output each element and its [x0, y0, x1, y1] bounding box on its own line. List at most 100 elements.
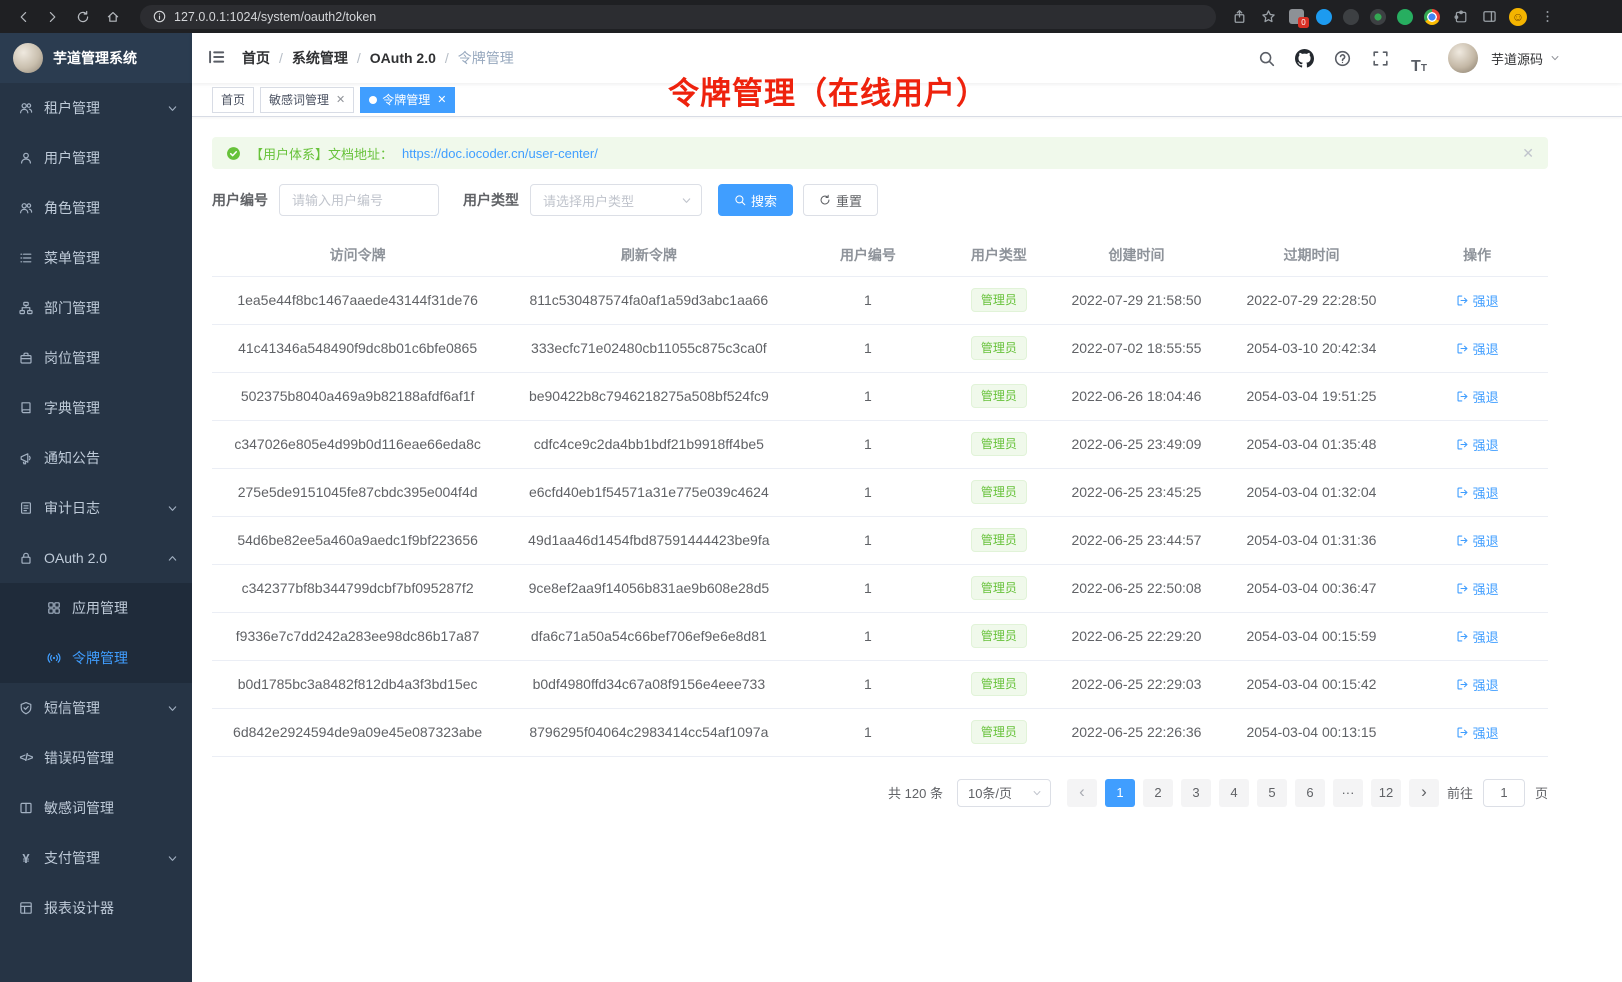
bookmark-star-icon[interactable]: [1259, 8, 1277, 26]
page-size-value: 10条/页: [968, 783, 1012, 802]
page-button-4[interactable]: 4: [1219, 779, 1249, 807]
sidebar-item-label: 用户管理: [44, 148, 100, 168]
create-time-cell: 2022-06-25 23:49:09: [1056, 420, 1216, 468]
close-icon[interactable]: ✕: [1522, 145, 1534, 162]
lock-icon: [19, 551, 33, 565]
force-logout-button[interactable]: 强退: [1456, 675, 1499, 694]
force-logout-button[interactable]: 强退: [1456, 531, 1499, 550]
reload-button[interactable]: [70, 4, 96, 30]
sidebar-item-user[interactable]: 用户管理: [0, 133, 192, 183]
extension-icon-dark-green[interactable]: [1370, 9, 1386, 25]
sidebar-item-dict[interactable]: 字典管理: [0, 383, 192, 433]
goto-page-input[interactable]: [1483, 779, 1525, 807]
alert-doc-link[interactable]: https://doc.iocoder.cn/user-center/: [402, 146, 598, 161]
app-grid-icon: [47, 601, 61, 615]
sidebar-item-report-designer[interactable]: 报表设计器: [0, 883, 192, 933]
force-logout-button[interactable]: 强退: [1456, 483, 1499, 502]
sidebar-item-menu[interactable]: 菜单管理: [0, 233, 192, 283]
sidebar-item-label: 支付管理: [44, 848, 100, 868]
sidebar-item-oauth-app[interactable]: 应用管理: [0, 583, 192, 633]
chevron-down-icon: [167, 853, 178, 864]
search-icon[interactable]: [1250, 41, 1284, 75]
extension-icon-dark[interactable]: [1343, 9, 1359, 25]
prev-page-button[interactable]: ‹: [1067, 779, 1097, 807]
close-icon[interactable]: ✕: [437, 93, 446, 106]
sidebar-item-sms[interactable]: 短信管理: [0, 683, 192, 733]
page-button-6[interactable]: 6: [1295, 779, 1325, 807]
extension-icon-blue[interactable]: [1316, 9, 1332, 25]
pages-ellipsis[interactable]: ···: [1333, 779, 1363, 807]
help-icon[interactable]: [1326, 41, 1360, 75]
chevron-down-icon[interactable]: [1550, 53, 1560, 63]
page-size-select[interactable]: 10条/页: [957, 779, 1051, 807]
close-icon[interactable]: ✕: [336, 93, 345, 106]
share-icon[interactable]: [1230, 8, 1248, 26]
sidebar-item-notice[interactable]: 通知公告: [0, 433, 192, 483]
font-size-icon[interactable]: TT: [1402, 41, 1436, 75]
user-type-select[interactable]: 请选择用户类型: [530, 184, 702, 216]
sidebar-item-error-code[interactable]: </> 错误码管理: [0, 733, 192, 783]
force-logout-button[interactable]: 强退: [1456, 627, 1499, 646]
sidebar-item-pay[interactable]: ¥ 支付管理: [0, 833, 192, 883]
tab-token[interactable]: 令牌管理 ✕: [360, 87, 455, 113]
create-time-cell: 2022-06-25 23:44:57: [1056, 516, 1216, 564]
page-button-1[interactable]: 1: [1105, 779, 1135, 807]
col-expire-time: 过期时间: [1217, 234, 1407, 276]
force-logout-button[interactable]: 强退: [1456, 339, 1499, 358]
sidebar-item-oauth[interactable]: OAuth 2.0: [0, 533, 192, 583]
browser-menu-icon[interactable]: [1538, 8, 1556, 26]
user-name[interactable]: 芋道源码: [1491, 49, 1543, 68]
user-id-input[interactable]: [279, 184, 439, 216]
force-logout-label: 强退: [1473, 531, 1499, 550]
address-bar[interactable]: 127.0.0.1:1024/system/oauth2/token: [140, 5, 1216, 29]
list-icon: [19, 251, 33, 265]
sidebar-item-audit-log[interactable]: 审计日志: [0, 483, 192, 533]
sidebar-item-dept[interactable]: 部门管理: [0, 283, 192, 333]
yen-icon: ¥: [19, 851, 33, 866]
force-logout-button[interactable]: 强退: [1456, 387, 1499, 406]
user-avatar[interactable]: [1448, 43, 1478, 73]
force-logout-button[interactable]: 强退: [1456, 435, 1499, 454]
forward-button[interactable]: [40, 4, 66, 30]
extension-icon-colorful[interactable]: [1424, 9, 1440, 25]
tab-sensitive-word[interactable]: 敏感词管理 ✕: [260, 87, 354, 113]
sidebar-item-role[interactable]: 角色管理: [0, 183, 192, 233]
sidebar-item-tenant[interactable]: 租户管理: [0, 83, 192, 133]
page-button-2[interactable]: 2: [1143, 779, 1173, 807]
extension-icon-green[interactable]: [1397, 9, 1413, 25]
user-type-badge: 管理员: [971, 480, 1027, 504]
side-panel-icon[interactable]: [1480, 8, 1498, 26]
home-button[interactable]: [100, 4, 126, 30]
expire-time-cell: 2054-03-04 00:15:59: [1217, 612, 1407, 660]
search-button[interactable]: 搜索: [718, 184, 793, 216]
breadcrumb-item[interactable]: 系统管理: [292, 48, 370, 68]
force-logout-button[interactable]: 强退: [1456, 579, 1499, 598]
page-button-12[interactable]: 12: [1371, 779, 1401, 807]
tab-home[interactable]: 首页: [212, 87, 254, 113]
fullscreen-icon[interactable]: [1364, 41, 1398, 75]
user-id-cell: 1: [794, 468, 941, 516]
sidebar-item-post[interactable]: 岗位管理: [0, 333, 192, 383]
extensions-puzzle-icon[interactable]: [1451, 8, 1469, 26]
breadcrumb-item[interactable]: OAuth 2.0: [370, 50, 458, 66]
site-info-icon[interactable]: [153, 10, 166, 23]
extension-icon-pinned[interactable]: 0: [1288, 8, 1305, 25]
page-button-3[interactable]: 3: [1181, 779, 1211, 807]
force-logout-button[interactable]: 强退: [1456, 291, 1499, 310]
user-id-cell: 1: [794, 564, 941, 612]
create-time-cell: 2022-06-25 23:45:25: [1056, 468, 1216, 516]
breadcrumb-item[interactable]: 首页: [242, 48, 292, 68]
sidebar-item-oauth-token[interactable]: 令牌管理: [0, 633, 192, 683]
sidebar-item-sensitive-word[interactable]: 敏感词管理: [0, 783, 192, 833]
app-logo[interactable]: 芋道管理系统: [0, 33, 192, 83]
force-logout-label: 强退: [1473, 675, 1499, 694]
force-logout-button[interactable]: 强退: [1456, 723, 1499, 742]
next-page-button[interactable]: ›: [1409, 779, 1439, 807]
browser-profile-avatar[interactable]: ☺: [1509, 8, 1527, 26]
reset-button[interactable]: 重置: [803, 184, 878, 216]
sidebar-toggle-button[interactable]: [207, 48, 227, 68]
github-icon[interactable]: [1288, 41, 1322, 75]
refresh-token-cell: b0df4980ffd34c67a08f9156e4eee733: [503, 660, 794, 708]
back-button[interactable]: [10, 4, 36, 30]
page-button-5[interactable]: 5: [1257, 779, 1287, 807]
